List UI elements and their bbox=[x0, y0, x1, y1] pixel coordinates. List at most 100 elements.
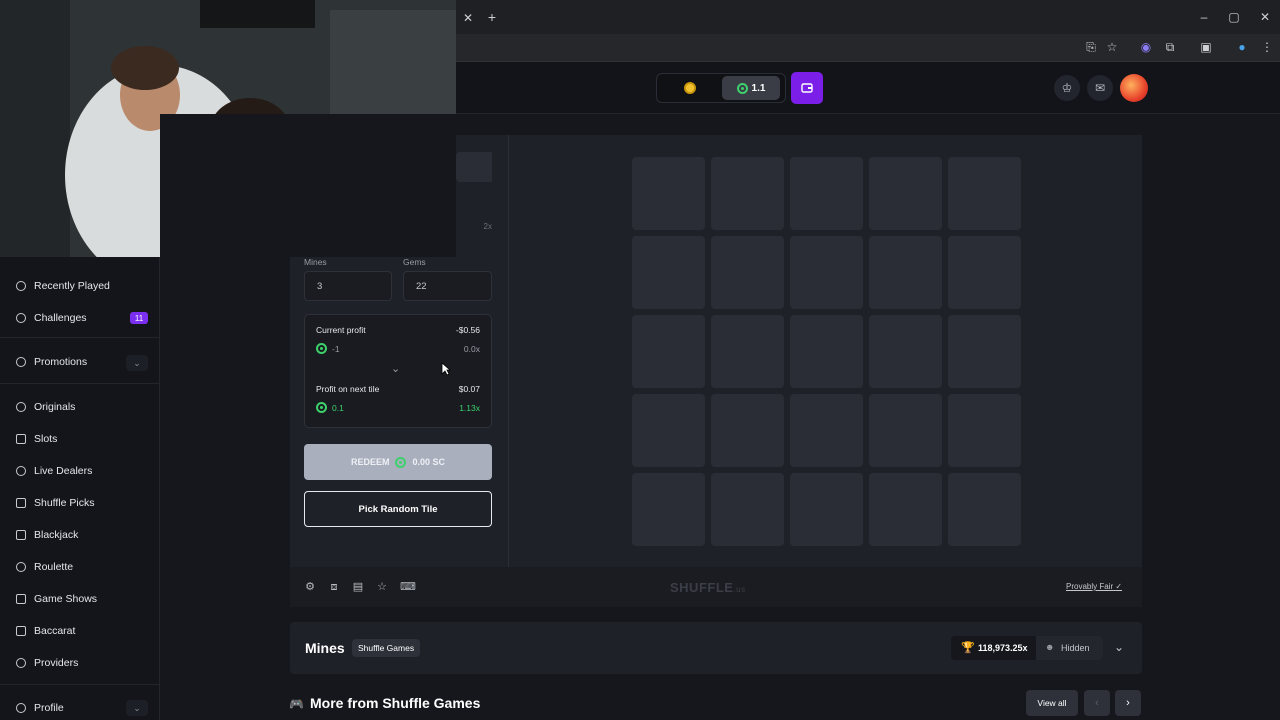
mine-tile[interactable] bbox=[632, 473, 705, 546]
profile-globe-icon[interactable]: ● bbox=[1234, 40, 1250, 54]
mine-tile[interactable] bbox=[948, 315, 1021, 388]
mine-tile[interactable] bbox=[711, 473, 784, 546]
mine-tile[interactable] bbox=[632, 157, 705, 230]
avatar[interactable] bbox=[1120, 74, 1148, 102]
chat-button[interactable]: ✉ bbox=[1087, 75, 1113, 101]
mouse-cursor-icon bbox=[441, 362, 451, 376]
sidebar-item-providers[interactable]: Providers bbox=[16, 652, 78, 674]
address-bar[interactable] bbox=[456, 34, 1280, 62]
current-profit-multiplier: 0.0x bbox=[463, 344, 480, 354]
sidebar-item-label: Live Dealers bbox=[34, 465, 93, 477]
mine-tile[interactable] bbox=[869, 315, 942, 388]
provider-tag[interactable]: Shuffle Games bbox=[352, 639, 421, 657]
sidebar-item-label: Promotions bbox=[34, 356, 88, 368]
chevron-left-icon: ‹ bbox=[1095, 697, 1099, 709]
new-tab-icon[interactable]: + bbox=[484, 10, 500, 24]
menu-dots-icon[interactable]: ⋮ bbox=[1259, 40, 1275, 54]
mine-tile[interactable] bbox=[948, 157, 1021, 230]
sidebar-item-originals[interactable]: Originals bbox=[16, 396, 75, 418]
favorite-star-icon[interactable]: ☆ bbox=[376, 581, 388, 593]
wallet-button[interactable] bbox=[791, 72, 823, 104]
mine-tile[interactable] bbox=[790, 236, 863, 309]
sidebar-item-recently-played[interactable]: Recently Played bbox=[16, 275, 110, 297]
chevron-right-icon: › bbox=[1126, 697, 1130, 709]
sidebar-item-shuffle-picks[interactable]: Shuffle Picks bbox=[16, 492, 95, 514]
crown-icon: ♔ bbox=[1061, 81, 1073, 95]
next-arrow-button[interactable]: › bbox=[1115, 690, 1141, 716]
current-profit-sc: -1 bbox=[332, 344, 340, 354]
mine-tile[interactable] bbox=[790, 157, 863, 230]
mine-tile[interactable] bbox=[790, 394, 863, 467]
roulette-icon bbox=[16, 562, 26, 572]
provably-fair-link[interactable]: Provably Fair ✓ bbox=[1066, 582, 1122, 591]
install-icon[interactable]: ⎘ bbox=[1083, 40, 1099, 54]
mine-tile[interactable] bbox=[869, 157, 942, 230]
pick-random-tile-button[interactable]: Pick Random Tile bbox=[304, 491, 492, 527]
hidden-user-label: Hidden bbox=[1061, 643, 1090, 653]
mine-tile[interactable] bbox=[869, 473, 942, 546]
mine-tile[interactable] bbox=[711, 394, 784, 467]
gems-label: Gems bbox=[403, 257, 426, 267]
minimize-icon[interactable]: – bbox=[1196, 10, 1212, 24]
mines-select[interactable]: 3 bbox=[304, 271, 392, 301]
gold-coin-icon[interactable] bbox=[684, 82, 696, 94]
mine-tile[interactable] bbox=[632, 315, 705, 388]
prev-arrow-button[interactable]: ‹ bbox=[1084, 690, 1110, 716]
mine-tile[interactable] bbox=[632, 236, 705, 309]
mine-tile[interactable] bbox=[869, 236, 942, 309]
picks-icon bbox=[16, 498, 26, 508]
mine-tile[interactable] bbox=[948, 394, 1021, 467]
settings-icon[interactable]: ⚙ bbox=[304, 581, 316, 593]
sidebar-item-roulette[interactable]: Roulette bbox=[16, 556, 73, 578]
mine-tile[interactable] bbox=[790, 473, 863, 546]
sidebar-item-slots[interactable]: Slots bbox=[16, 428, 57, 450]
rewards-button[interactable]: ♔ bbox=[1054, 75, 1080, 101]
redeem-button[interactable]: REDEEM 0.00 SC bbox=[304, 444, 492, 480]
bet-amount-input[interactable] bbox=[456, 152, 492, 182]
profile-icon bbox=[16, 703, 26, 713]
sweeps-coin-icon bbox=[395, 456, 407, 468]
theatre-mode-icon[interactable]: ⧈ bbox=[328, 581, 340, 593]
sidebar-item-promotions[interactable]: Promotions bbox=[16, 351, 87, 373]
current-profit-usd: -$0.56 bbox=[455, 325, 480, 335]
extension-icon[interactable]: ◉ bbox=[1138, 40, 1154, 54]
sweeps-coin-icon bbox=[736, 82, 748, 94]
sidebar-item-baccarat[interactable]: Baccarat bbox=[16, 620, 75, 642]
extensions-puzzle-icon[interactable]: ⧉ bbox=[1162, 40, 1178, 54]
sidebar-item-blackjack[interactable]: Blackjack bbox=[16, 524, 78, 546]
close-tab-icon[interactable]: ✕ bbox=[460, 11, 476, 25]
sidebar-item-label: Blackjack bbox=[34, 529, 79, 541]
mine-tile[interactable] bbox=[790, 315, 863, 388]
trophy-icon: 🏆 bbox=[961, 642, 975, 654]
expand-chevron-down-icon[interactable]: ⌄ bbox=[1114, 640, 1124, 654]
hotkeys-icon[interactable]: ⌨ bbox=[400, 581, 416, 593]
promotions-chevron-down-icon[interactable]: ⌄ bbox=[126, 355, 148, 371]
mine-tile[interactable] bbox=[711, 236, 784, 309]
mine-tile[interactable] bbox=[948, 236, 1021, 309]
sweeps-coin-icon bbox=[316, 343, 327, 354]
sidebar-divider bbox=[0, 383, 159, 384]
maximize-icon[interactable]: ▢ bbox=[1226, 10, 1242, 24]
close-window-icon[interactable]: ✕ bbox=[1257, 10, 1273, 24]
chevron-down-icon[interactable]: ⌄ bbox=[391, 362, 400, 375]
gear-badge-icon bbox=[16, 357, 26, 367]
profile-chevron-down-icon[interactable]: ⌄ bbox=[126, 700, 148, 716]
wallet-icon bbox=[801, 83, 813, 93]
stats-icon[interactable]: ▤ bbox=[352, 581, 364, 593]
double-bet-button[interactable]: 2x bbox=[462, 222, 492, 236]
sidebar-item-challenges[interactable]: Challenges bbox=[16, 307, 87, 329]
sidepanel-icon[interactable]: ▣ bbox=[1198, 40, 1214, 54]
mine-tile[interactable] bbox=[948, 473, 1021, 546]
sidebar-item-live-dealers[interactable]: Live Dealers bbox=[16, 460, 92, 482]
sc-balance-pill[interactable]: 1.1 bbox=[722, 76, 780, 100]
view-all-button[interactable]: View all bbox=[1026, 690, 1078, 716]
sidebar-item-game-shows[interactable]: Game Shows bbox=[16, 588, 97, 610]
provably-fair-label: Provably Fair bbox=[1066, 582, 1114, 591]
mine-tile[interactable] bbox=[632, 394, 705, 467]
mine-tile[interactable] bbox=[711, 315, 784, 388]
mine-tile[interactable] bbox=[869, 394, 942, 467]
mine-tile[interactable] bbox=[711, 157, 784, 230]
bookmark-star-icon[interactable]: ☆ bbox=[1104, 40, 1120, 54]
game-title: Mines bbox=[305, 640, 345, 656]
sidebar-item-profile[interactable]: Profile bbox=[16, 697, 64, 719]
